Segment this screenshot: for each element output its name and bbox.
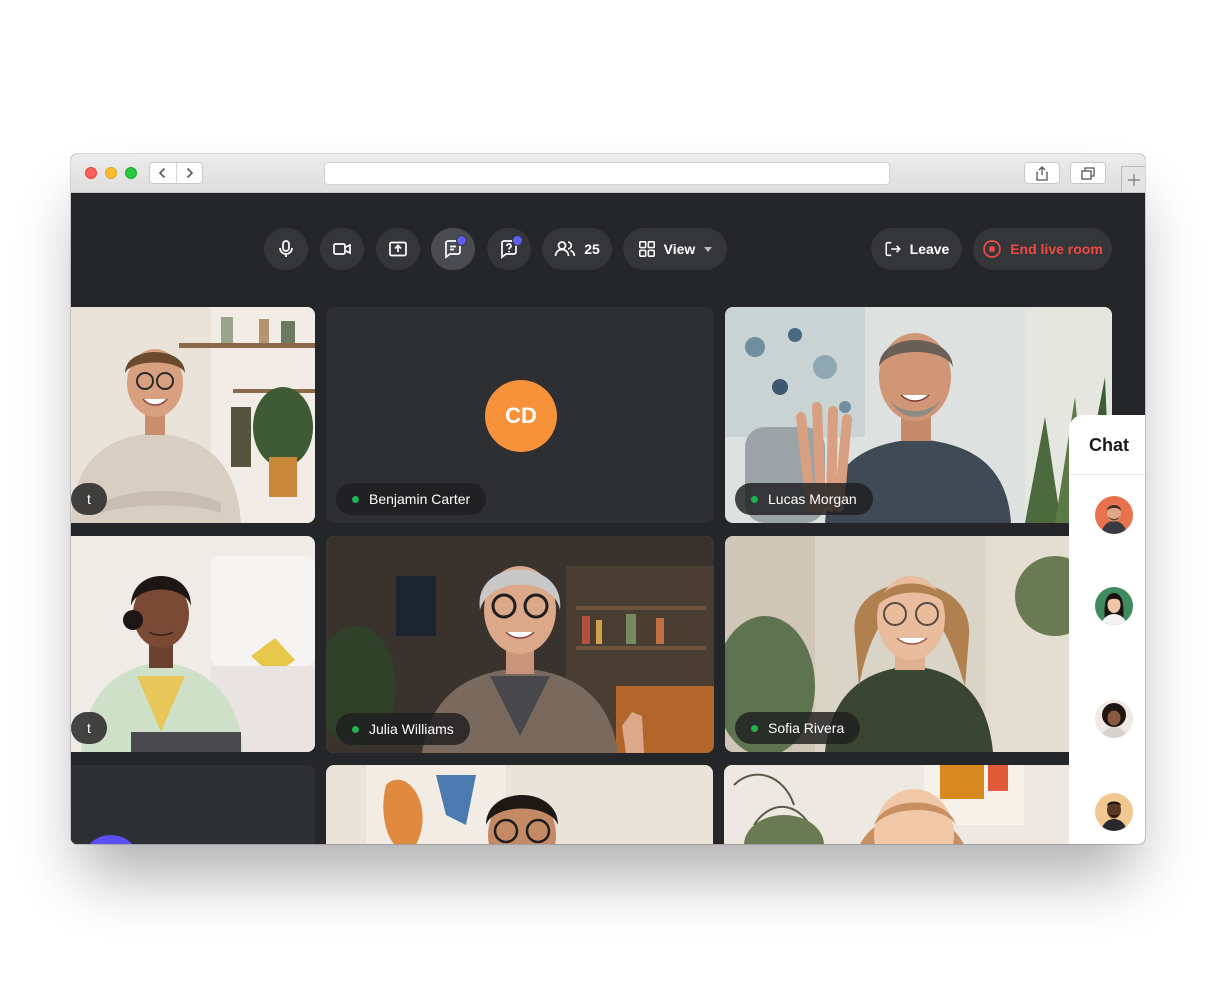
chat-avatar[interactable] (1095, 700, 1133, 738)
initials-avatar: CD (485, 380, 557, 452)
video-feed (326, 765, 713, 844)
tabs-icon (1081, 166, 1095, 180)
avatar-image (1095, 793, 1133, 831)
participant-name: t (87, 491, 91, 507)
end-live-room-button[interactable]: End live room (973, 228, 1112, 270)
participant-name: Lucas Morgan (768, 491, 857, 507)
chat-toggle-button[interactable] (431, 228, 475, 270)
stop-record-icon (983, 240, 1002, 258)
initials-avatar (81, 835, 141, 844)
close-window-button[interactable] (85, 167, 97, 179)
people-icon (554, 241, 576, 257)
participants-count: 25 (584, 241, 600, 257)
grid-icon (638, 241, 655, 257)
video-feed (71, 536, 315, 752)
chat-avatar[interactable] (1095, 793, 1133, 831)
chat-divider (1069, 474, 1145, 475)
participants-button[interactable]: 25 (542, 228, 612, 270)
participant-tile[interactable]: Sofia Rivera (725, 536, 1112, 752)
leave-button[interactable]: Leave (871, 228, 962, 270)
participant-tile[interactable]: CD Benjamin Carter (326, 307, 714, 523)
avatar-image (1095, 587, 1133, 625)
participant-name: t (87, 720, 91, 736)
share-button[interactable] (1024, 162, 1060, 184)
leave-label: Leave (909, 241, 950, 257)
participant-name-tag: t (71, 483, 107, 515)
video-feed (71, 307, 315, 523)
participant-tile[interactable] (724, 765, 1112, 844)
participant-tile[interactable]: t (71, 536, 315, 752)
microphone-icon (279, 240, 293, 257)
maximize-window-button[interactable] (125, 167, 137, 179)
chat-panel: Chat (1069, 415, 1145, 844)
view-label: View (663, 241, 696, 257)
video-camera-icon (333, 243, 351, 255)
chat-title: Chat (1089, 435, 1129, 455)
browser-window: 25 View Leave End live room t CD Benjami… (71, 154, 1145, 844)
participant-tile[interactable]: Lucas Morgan (725, 307, 1112, 523)
view-dropdown[interactable]: View (623, 228, 727, 270)
participant-name: Benjamin Carter (369, 491, 471, 507)
address-bar[interactable] (324, 162, 890, 185)
live-room: 25 View Leave End live room t CD Benjami… (71, 193, 1145, 844)
end-live-room-label: End live room (1010, 241, 1103, 257)
chat-avatar[interactable] (1095, 587, 1133, 625)
participant-tile[interactable]: t (71, 307, 315, 523)
new-tab-button[interactable] (1121, 166, 1145, 192)
chat-avatar[interactable] (1095, 496, 1133, 534)
share-screen-button[interactable] (376, 228, 420, 270)
chevron-left-icon (159, 167, 166, 179)
share-icon (1036, 165, 1048, 181)
participant-name-tag: Benjamin Carter (336, 483, 487, 515)
participant-name-tag: Julia Williams (336, 713, 470, 745)
live-status-dot (352, 495, 359, 503)
participant-name-tag: t (71, 712, 107, 744)
microphone-button[interactable] (264, 228, 308, 270)
exit-icon (885, 241, 901, 257)
video-feed (724, 765, 1112, 844)
notification-dot (456, 235, 467, 246)
screen-share-icon (389, 241, 407, 257)
caret-down-icon (704, 246, 713, 252)
chevron-right-icon (186, 167, 193, 179)
live-status-dot (352, 725, 359, 733)
avatar-image (1095, 700, 1133, 738)
live-status-dot (751, 724, 758, 732)
browser-titlebar (71, 154, 1145, 193)
participant-tile-active-speaker[interactable]: Julia Williams (326, 536, 714, 753)
notification-dot (512, 235, 523, 246)
participant-name-tag: Lucas Morgan (735, 483, 873, 515)
avatar-image (1095, 496, 1133, 534)
live-status-dot (751, 495, 758, 503)
minimize-window-button[interactable] (105, 167, 117, 179)
back-button[interactable] (150, 163, 177, 183)
questions-button[interactable] (487, 228, 531, 270)
camera-button[interactable] (320, 228, 364, 270)
participant-name: Sofia Rivera (768, 720, 845, 736)
participant-name-tag: Sofia Rivera (735, 712, 861, 744)
tabs-button[interactable] (1070, 162, 1106, 184)
participant-name: Julia Williams (369, 721, 454, 737)
participant-tile[interactable] (326, 765, 713, 844)
history-nav (149, 162, 203, 184)
plus-icon (1127, 173, 1140, 186)
forward-button[interactable] (177, 163, 203, 183)
participant-tile[interactable] (71, 765, 315, 844)
